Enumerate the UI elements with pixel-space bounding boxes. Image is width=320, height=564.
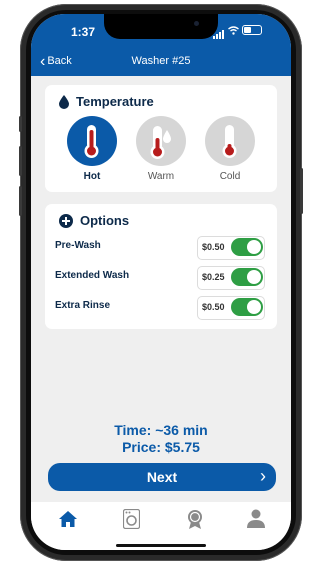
option-row-extra-rinse: Extra Rinse $0.50 (55, 296, 267, 320)
option-control: $0.25 (197, 266, 265, 290)
profile-icon (247, 509, 265, 528)
extended-wash-toggle[interactable] (231, 268, 263, 286)
options-heading: Options (80, 213, 130, 228)
header-bar: 1:37 ‹ Back Washer #25 (31, 14, 291, 76)
pre-wash-toggle[interactable] (231, 238, 263, 256)
thermometer-cold-icon (205, 116, 255, 166)
battery-icon (242, 25, 262, 35)
option-control: $0.50 (197, 236, 265, 260)
camera-notch (104, 14, 218, 39)
rewards-badge-icon (188, 510, 202, 529)
chevron-right-icon: › (260, 466, 266, 486)
options-card: Options Pre-Wash $0.50 Extended Wash $0.… (45, 204, 277, 329)
home-indicator (116, 544, 206, 547)
power-button (300, 168, 303, 214)
temp-option-hot[interactable]: Hot (65, 116, 119, 182)
option-label: Extended Wash (55, 270, 130, 281)
app-screen: 1:37 ‹ Back Washer #25 Temperature Hot W… (31, 14, 291, 550)
temp-label-hot: Hot (83, 171, 101, 182)
page-title: Washer #25 (131, 55, 191, 67)
option-row-pre-wash: Pre-Wash $0.50 (55, 236, 267, 260)
extra-rinse-toggle[interactable] (231, 298, 263, 316)
home-icon (59, 511, 77, 527)
tab-machines[interactable] (111, 506, 151, 532)
options-header: Options (59, 213, 129, 228)
option-control: $0.50 (197, 296, 265, 320)
option-row-extended-wash: Extended Wash $0.25 (55, 266, 267, 290)
status-icons (213, 21, 262, 39)
signal-icon (213, 21, 225, 39)
silent-switch (19, 116, 22, 132)
cycle-price: Price: $5.75 (122, 439, 200, 455)
temp-label-warm: Warm (147, 171, 175, 182)
temp-option-cold[interactable]: Cold (203, 116, 257, 182)
next-button[interactable]: Next › (48, 463, 276, 491)
temp-option-warm[interactable]: Warm (134, 116, 188, 182)
option-price: $0.25 (202, 272, 225, 282)
volume-down-button (19, 186, 22, 216)
plus-circle-icon (59, 213, 73, 228)
temp-label-cold: Cold (219, 171, 241, 182)
washer-icon (122, 509, 140, 529)
cycle-time: Time: ~36 min (114, 422, 208, 438)
option-label: Extra Rinse (55, 300, 111, 311)
wifi-icon (228, 25, 239, 35)
option-price: $0.50 (202, 302, 225, 312)
option-price: $0.50 (202, 242, 225, 252)
volume-up-button (19, 146, 22, 176)
tab-rewards[interactable] (175, 506, 215, 532)
option-label: Pre-Wash (55, 240, 101, 251)
temperature-header: Temperature (59, 94, 154, 109)
water-drop-icon (59, 94, 69, 109)
tab-profile[interactable] (236, 506, 276, 532)
thermometer-hot-icon (67, 116, 117, 166)
status-time: 1:37 (71, 25, 96, 39)
tab-home[interactable] (48, 506, 88, 532)
next-button-label: Next (146, 469, 178, 485)
temperature-card: Temperature Hot Warm Cold (45, 85, 277, 192)
tab-bar (31, 502, 291, 550)
temperature-heading: Temperature (76, 94, 154, 109)
thermometer-warm-icon (136, 116, 186, 166)
